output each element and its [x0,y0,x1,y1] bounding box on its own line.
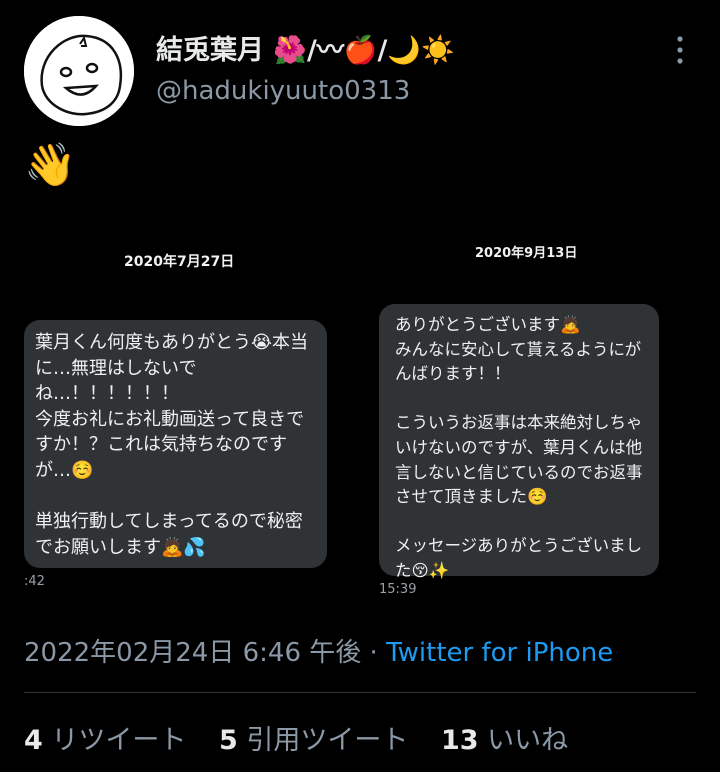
tweet-text: 👋 [24,140,77,189]
avatar-face-drawing [24,16,134,126]
message-bubble-left[interactable]: 葉月くん何度もありがとう😭本当に…無理はしないでね…！！！！！！ 今度お礼にお礼… [24,320,327,568]
likes-stat[interactable]: 13 いいね [441,725,568,756]
retweets-stat[interactable]: 4 リツイート [24,725,186,756]
message-time-right: 15:39 [379,582,417,597]
tweet-meta: 2022年02月24日 6:46 午後 · Twitter for iPhone [24,632,613,669]
retweets-label: リツイート [51,725,187,756]
more-vertical-icon [677,36,683,64]
likes-count: 13 [440,725,479,756]
display-name[interactable]: 結兎葉月 🌺/〰🍎/🌙☀️ [156,28,455,67]
tweet-stats: 4 リツイート 5 引用ツイート 13 いいね [24,718,592,757]
quotes-count: 5 [218,725,238,756]
tweet-timestamp[interactable]: 2022年02月24日 6:46 午後 [24,638,361,668]
divider [24,692,696,693]
avatar[interactable] [24,16,134,126]
message-time-left: :42 [24,574,45,589]
retweets-count: 4 [24,725,43,756]
tweet-source-link[interactable]: Twitter for iPhone [386,638,613,668]
quotes-label: 引用ツイート [246,725,409,756]
likes-label: いいね [487,725,569,756]
screenshot-date-right: 2020年9月13日 [475,246,578,261]
screenshot-date-left: 2020年7月27日 [124,254,235,270]
meta-separator: · [369,638,378,668]
user-handle[interactable]: @hadukiyuuto0313 [156,76,410,106]
message-bubble-right[interactable]: ありがとうございます🙇 みんなに安心して貰えるようにがんばります！！ こういうお… [379,304,659,580]
quotes-stat[interactable]: 5 引用ツイート [219,725,408,756]
more-options-button[interactable] [660,30,700,70]
